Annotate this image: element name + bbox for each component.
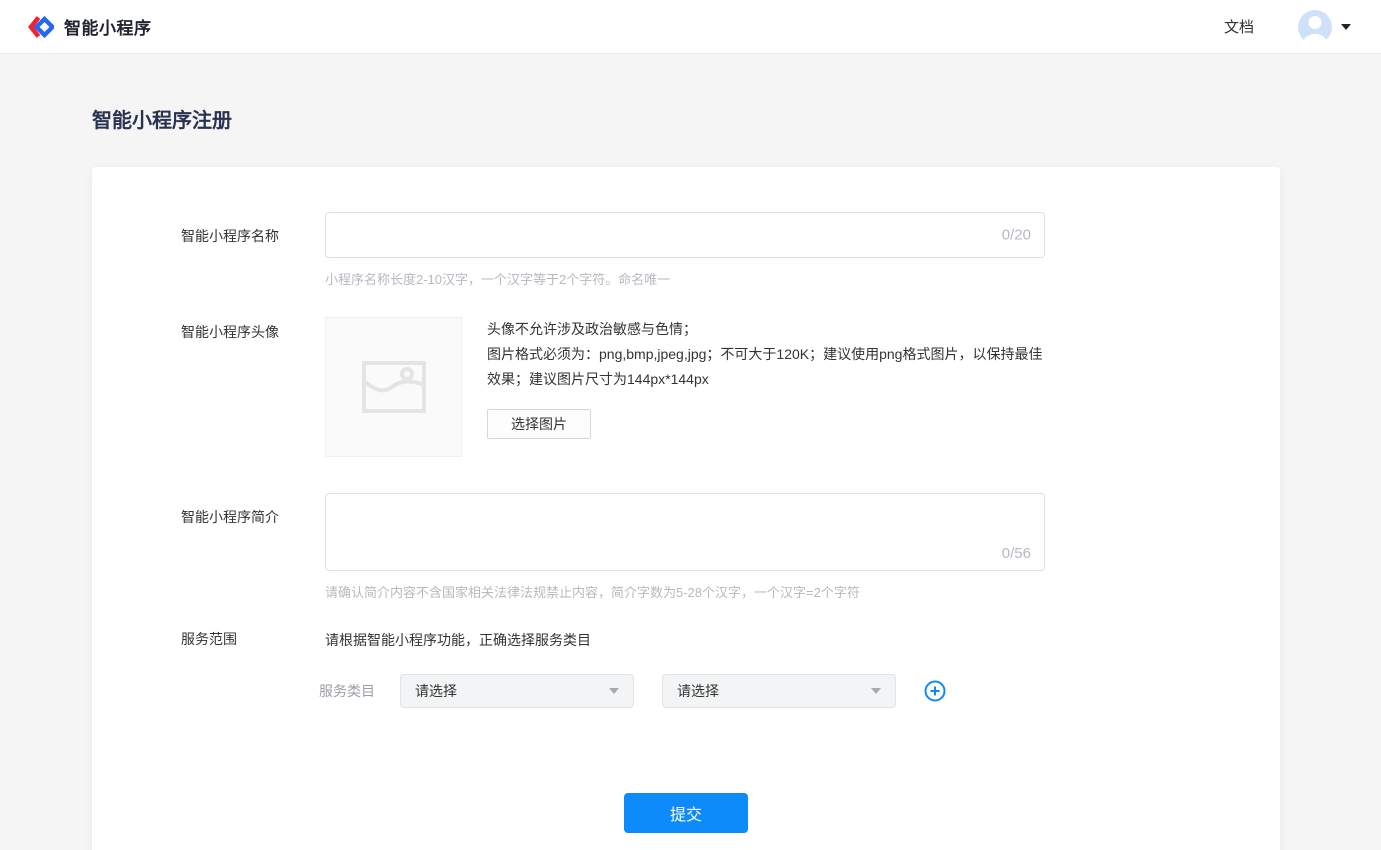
image-placeholder-icon [362,361,426,413]
intro-textarea[interactable] [325,493,1045,571]
avatar-rule-line1: 头像不允许涉及政治敏感与色情； [487,317,1045,342]
brand-title: 智能小程序 [64,14,152,39]
category-label: 服务类目 [319,681,375,701]
top-navigation-bar: 智能小程序 文档 [0,0,1381,54]
name-label: 智能小程序名称 [181,212,325,288]
caret-down-icon [871,688,881,694]
registration-form-card: 智能小程序名称 0/20 小程序名称长度2-10汉字，一个汉字等于2个字符。命名… [92,167,1280,850]
category-select-secondary[interactable]: 请选择 [662,674,896,708]
intro-help-text: 请确认简介内容不含国家相关法律法规禁止内容，简介字数为5-28个汉字，一个汉字=… [325,582,1045,601]
avatar-field-row: 智能小程序头像 头像不允许涉及政治敏感与色情； 图片格式必须为：png,bmp,… [181,317,1280,457]
scope-field-row: 服务范围 请根据智能小程序功能，正确选择服务类目 服务类目 请选择 请选择 [181,629,1280,708]
submit-button[interactable]: 提交 [624,793,748,833]
category-select-primary[interactable]: 请选择 [400,674,634,708]
smartprogram-logo-icon [28,14,54,40]
user-avatar[interactable] [1298,10,1332,44]
avatar-label: 智能小程序头像 [181,317,325,457]
plus-circle-icon [924,680,946,702]
brand: 智能小程序 [28,14,152,40]
service-category-row: 服务类目 请选择 请选择 [319,674,1045,708]
page-title: 智能小程序注册 [92,104,1381,133]
category-select-primary-value: 请选择 [415,681,457,701]
intro-label: 智能小程序简介 [181,493,325,601]
category-select-secondary-value: 请选择 [677,681,719,701]
add-category-button[interactable] [924,680,946,702]
avatar-rule-line2: 图片格式必须为：png,bmp,jpeg,jpg；不可大于120K；建议使用pn… [487,342,1045,392]
caret-down-icon [609,688,619,694]
name-char-counter: 0/20 [1002,227,1031,244]
scope-label: 服务范围 [181,629,325,708]
submit-row: 提交 [92,793,1280,833]
name-help-text: 小程序名称长度2-10汉字，一个汉字等于2个字符。命名唯一 [325,269,1045,288]
avatar-upload-dropzone[interactable] [325,317,462,457]
docs-link[interactable]: 文档 [1224,16,1254,37]
caret-down-icon[interactable] [1341,24,1351,30]
intro-field-row: 智能小程序简介 0/56 请确认简介内容不含国家相关法律法规禁止内容，简介字数为… [181,493,1280,601]
scope-hint-text: 请根据智能小程序功能，正确选择服务类目 [325,629,1045,650]
choose-image-button[interactable]: 选择图片 [487,409,591,439]
name-input[interactable] [325,212,1045,258]
intro-char-counter: 0/56 [1002,545,1031,562]
user-menu[interactable] [1298,10,1351,44]
topbar-right: 文档 [1224,10,1351,44]
name-field-row: 智能小程序名称 0/20 小程序名称长度2-10汉字，一个汉字等于2个字符。命名… [181,212,1280,288]
